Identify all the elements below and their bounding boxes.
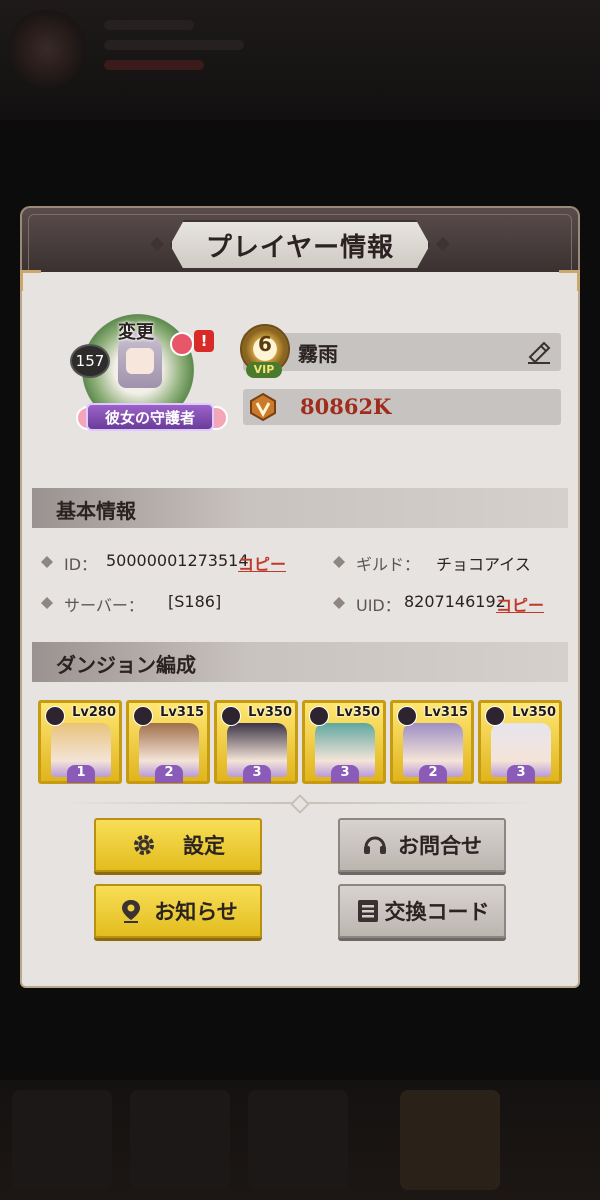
- background-tile: [12, 1090, 112, 1190]
- background-avatar: [8, 10, 86, 88]
- notice-button[interactable]: お知らせ: [94, 884, 262, 938]
- diamond-bullet-icon: [41, 597, 53, 609]
- headset-icon: [364, 836, 386, 854]
- notice-label: お知らせ: [154, 900, 238, 924]
- hero-star-rank: 3: [243, 765, 271, 783]
- hero-class-icon: [309, 706, 329, 726]
- basic-info-title: 基本情報: [56, 499, 136, 523]
- hero-level: Lv315: [424, 705, 468, 720]
- id-label: ID：: [64, 555, 98, 574]
- panel-title: プレイヤー情報: [205, 232, 395, 263]
- hero-star-rank: 3: [331, 765, 359, 783]
- background-tile: [400, 1090, 500, 1190]
- player-level-badge: 157: [70, 344, 110, 378]
- background-text: [104, 60, 204, 70]
- vip-level: 6: [258, 332, 272, 356]
- contact-button[interactable]: お問合せ: [338, 818, 506, 872]
- guild-label: ギルド：: [356, 555, 421, 574]
- background-text: [104, 20, 194, 30]
- id-value: 50000001273514: [106, 551, 249, 570]
- background-tile: [248, 1090, 348, 1190]
- server-value: [S186]: [168, 592, 222, 611]
- hero-card[interactable]: Lv350 3: [302, 700, 386, 784]
- frame-corner: [20, 270, 41, 291]
- hero-card[interactable]: Lv350 3: [214, 700, 298, 784]
- diamond-bullet-icon: [333, 597, 345, 609]
- settings-label: 設定: [183, 834, 225, 858]
- vip-tag: VIP: [246, 362, 282, 378]
- diamond-bullet-icon: [333, 556, 345, 568]
- background-header: [0, 0, 600, 120]
- title-plate: プレイヤー情報: [170, 220, 430, 270]
- alert-icon: !: [194, 330, 214, 352]
- hero-class-icon: [221, 706, 241, 726]
- gear-icon: [134, 835, 154, 855]
- background-tile: [130, 1090, 230, 1190]
- guild-value: チョコアイス: [436, 555, 531, 574]
- contact-label: お問合せ: [398, 834, 482, 858]
- code-list-icon: [357, 900, 378, 922]
- uid-label: UID：: [356, 596, 401, 615]
- hero-card[interactable]: Lv280 1: [38, 700, 122, 784]
- hero-level: Lv280: [72, 705, 116, 720]
- edit-name-icon[interactable]: [526, 340, 552, 364]
- power-bar: [243, 389, 561, 425]
- hero-level: Lv350: [512, 705, 556, 720]
- exchange-code-label: 交換コード: [384, 900, 490, 924]
- hero-class-icon: [397, 706, 417, 726]
- diamond-bullet-icon: [41, 556, 53, 568]
- location-pin-icon: [122, 900, 141, 923]
- copy-id-button[interactable]: コピー: [238, 551, 286, 575]
- hero-card[interactable]: Lv315 2: [390, 700, 474, 784]
- vip-badge[interactable]: 6 VIP: [238, 324, 290, 384]
- avatar-face: [126, 348, 154, 374]
- uid-value: 8207146192: [404, 592, 506, 611]
- flower-icon: [170, 332, 194, 356]
- settings-button[interactable]: 設定: [94, 818, 262, 872]
- hero-card[interactable]: Lv350 3: [478, 700, 562, 784]
- hero-star-rank: 3: [507, 765, 535, 783]
- hero-level: Lv350: [336, 705, 380, 720]
- server-label: サーバー：: [64, 596, 144, 615]
- hero-level: Lv350: [248, 705, 292, 720]
- hero-class-icon: [485, 706, 505, 726]
- background-text: [104, 40, 244, 50]
- combat-power-value: 80862K: [300, 394, 392, 419]
- change-avatar-label[interactable]: 変更: [118, 318, 154, 344]
- hero-level: Lv315: [160, 705, 204, 720]
- frame-corner: [559, 270, 580, 291]
- name-bar: [243, 333, 561, 371]
- player-info-panel: プレイヤー情報 157 変更 ! 彼女の守護者 6 VIP 霧雨 80862K …: [20, 206, 580, 988]
- hero-class-icon: [133, 706, 153, 726]
- dungeon-formation-title: ダンジョン編成: [56, 653, 196, 677]
- player-title-ribbon[interactable]: 彼女の守護者: [86, 403, 214, 431]
- basic-info-header: 基本情報: [32, 488, 568, 528]
- hero-star-rank: 2: [419, 765, 447, 783]
- hero-star-rank: 2: [155, 765, 183, 783]
- combat-power-icon: [250, 392, 276, 422]
- hero-card[interactable]: Lv315 2: [126, 700, 210, 784]
- hero-class-icon: [45, 706, 65, 726]
- exchange-code-button[interactable]: 交換コード: [338, 884, 506, 938]
- copy-uid-button[interactable]: コピー: [496, 592, 544, 616]
- hero-star-rank: 1: [67, 765, 95, 783]
- player-name: 霧雨: [298, 342, 338, 366]
- dungeon-formation-header: ダンジョン編成: [32, 642, 568, 682]
